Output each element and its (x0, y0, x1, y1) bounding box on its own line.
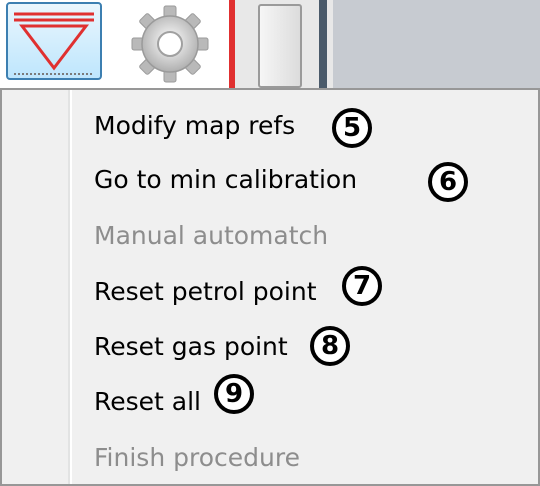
panel-divider (319, 0, 327, 88)
menu-item-reset-gas-point[interactable]: Reset gas point (94, 325, 288, 369)
step-badge: 8 (310, 326, 350, 366)
step-badge: 7 (342, 266, 382, 306)
menu-item-reset-all[interactable]: Reset all (94, 380, 201, 424)
background-panel (333, 0, 540, 88)
triangle-filter-icon (14, 12, 94, 75)
step-badge: 5 (332, 108, 372, 148)
menu-item-reset-petrol-point[interactable]: Reset petrol point (94, 270, 317, 314)
menu-item-finish-procedure: Finish procedure (94, 443, 300, 472)
settings-button[interactable] (126, 2, 214, 84)
menu-item-modify-map-refs[interactable]: Modify map refs (94, 104, 295, 148)
step-badge: 6 (428, 162, 468, 202)
toolbar (0, 0, 540, 88)
triangle-filter-button[interactable] (6, 2, 102, 80)
menu-item-manual-automatch: Manual automatch (94, 221, 329, 250)
context-menu: Modify map refs 5 Go to min calibration … (0, 88, 540, 486)
menu-gutter-separator (68, 90, 72, 484)
scrollbar-thumb[interactable] (258, 4, 302, 88)
gear-icon (131, 5, 209, 83)
menu-item-go-to-min-calibration[interactable]: Go to min calibration (94, 158, 357, 202)
step-badge: 9 (214, 374, 254, 414)
